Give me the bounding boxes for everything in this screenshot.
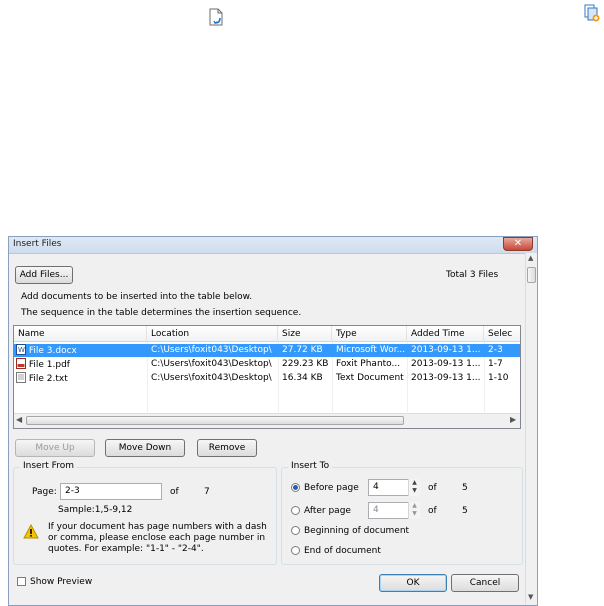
column-header-selection[interactable]: Selec <box>484 326 520 342</box>
file-name: File 3.docx <box>28 346 77 356</box>
ok-button[interactable]: OK <box>379 574 447 592</box>
insert-to-legend: Insert To <box>288 461 333 471</box>
table-row[interactable]: W File 3.docx C:\Users\foxit043\Desktop\… <box>14 344 520 357</box>
word-doc-icon: W <box>16 344 26 355</box>
dialog-titlebar: Insert Files ✕ <box>9 237 537 254</box>
move-up-button[interactable]: Move Up <box>15 439 95 457</box>
instruction-text-2: The sequence in the table determines the… <box>21 308 302 318</box>
move-down-button[interactable]: Move Down <box>105 439 185 457</box>
page-label: Page: <box>32 487 57 497</box>
show-preview-label[interactable]: Show Preview <box>30 577 92 587</box>
insert-from-legend: Insert From <box>20 461 77 471</box>
dialog-title: Insert Files <box>13 239 62 249</box>
close-button[interactable]: ✕ <box>503 237 533 251</box>
text-file-icon <box>16 372 26 383</box>
file-type: Text Document <box>336 373 404 383</box>
column-header-added-time[interactable]: Added Time <box>407 326 484 342</box>
beginning-of-document-radio[interactable] <box>291 526 300 535</box>
sample-text: Sample:1,5-9,12 <box>58 505 133 515</box>
file-location: C:\Users\foxit043\Desktop\ <box>151 345 272 355</box>
file-selection: 1-7 <box>488 359 503 369</box>
document-arrow-icon[interactable] <box>208 8 224 26</box>
pdf-icon <box>16 358 26 369</box>
end-of-document-label[interactable]: End of document <box>304 546 381 556</box>
after-page-radio[interactable] <box>291 506 300 515</box>
beginning-of-document-label[interactable]: Beginning of document <box>304 526 409 536</box>
table-horizontal-scrollbar[interactable]: ◀ ▶ <box>14 413 520 428</box>
insert-file-icon[interactable] <box>584 4 600 22</box>
before-page-radio[interactable] <box>291 483 300 492</box>
instruction-text-1: Add documents to be inserted into the ta… <box>21 292 253 302</box>
file-name: File 1.pdf <box>28 360 70 370</box>
column-header-location[interactable]: Location <box>147 326 278 342</box>
show-preview-checkbox[interactable] <box>17 577 26 586</box>
warning-icon <box>23 524 39 539</box>
before-total-value: 5 <box>462 483 468 493</box>
warning-text: If your document has page numbers with a… <box>48 522 267 554</box>
after-page-spinner[interactable]: ▲ ▼ <box>408 502 420 519</box>
table-row[interactable]: File 1.pdf C:\Users\foxit043\Desktop\ 22… <box>14 358 520 371</box>
column-header-name[interactable]: Name <box>14 326 147 342</box>
total-pages-value: 7 <box>204 487 210 497</box>
files-table: Name Location Size Type Added Time Selec… <box>13 325 521 429</box>
after-page-label[interactable]: After page <box>304 506 351 516</box>
insert-to-group: Insert To Before page 4 ▲ ▼ of 5 After pa… <box>281 461 523 565</box>
file-added-time: 2013-09-13 1... <box>411 373 481 383</box>
remove-button[interactable]: Remove <box>197 439 257 457</box>
dialog-vertical-scrollbar[interactable]: ▲ ▼ <box>525 253 537 605</box>
file-selection: 1-10 <box>488 373 509 383</box>
file-type: Microsoft Wor... <box>336 345 406 355</box>
of-label: of <box>170 487 179 497</box>
before-page-label[interactable]: Before page <box>304 483 359 493</box>
file-type: Foxit Phanto... <box>336 359 401 369</box>
insert-from-group: Insert From Page: 2-3 of 7 Sample:1,5-9,… <box>13 461 277 565</box>
file-added-time: 2013-09-13 1... <box>411 359 481 369</box>
total-files-label: Total 3 Files <box>446 270 499 280</box>
file-location: C:\Users\foxit043\Desktop\ <box>151 373 272 383</box>
before-page-spinner[interactable]: ▲ ▼ <box>408 479 420 496</box>
file-size: 27.72 KB <box>282 345 323 355</box>
file-name: File 2.txt <box>28 374 68 384</box>
page-range-input[interactable]: 2-3 <box>60 483 162 500</box>
after-total-value: 5 <box>462 506 468 516</box>
column-header-size[interactable]: Size <box>278 326 332 342</box>
svg-text:W: W <box>18 346 25 354</box>
file-size: 16.34 KB <box>282 373 323 383</box>
vertical-scroll-thumb[interactable] <box>527 267 536 283</box>
insert-files-dialog: Insert Files ✕ Add Files... Total 3 File… <box>8 236 538 606</box>
file-selection: 2-3 <box>488 345 503 355</box>
file-size: 229.23 KB <box>282 359 329 369</box>
cancel-button[interactable]: Cancel <box>451 574 519 592</box>
add-files-button[interactable]: Add Files... <box>15 266 73 284</box>
before-of-label: of <box>428 483 437 493</box>
column-header-type[interactable]: Type <box>332 326 407 342</box>
scroll-thumb[interactable] <box>26 416 404 425</box>
file-added-time: 2013-09-13 1... <box>411 345 481 355</box>
end-of-document-radio[interactable] <box>291 546 300 555</box>
after-of-label: of <box>428 506 437 516</box>
table-row[interactable]: File 2.txt C:\Users\foxit043\Desktop\ 16… <box>14 372 520 385</box>
file-location: C:\Users\foxit043\Desktop\ <box>151 359 272 369</box>
